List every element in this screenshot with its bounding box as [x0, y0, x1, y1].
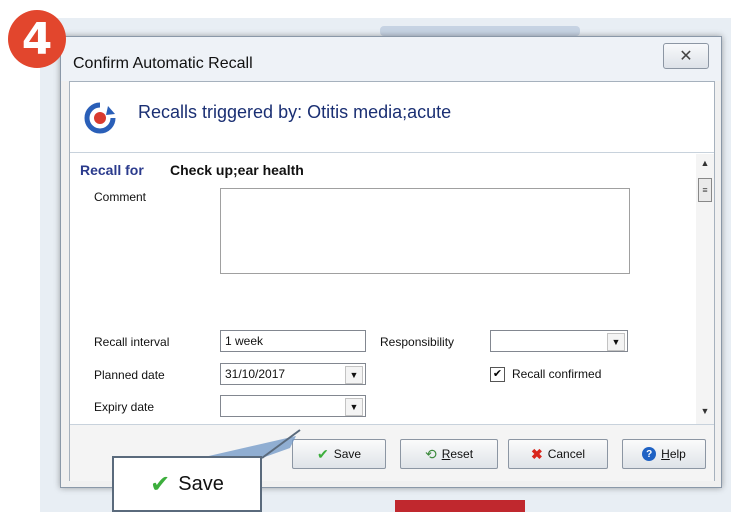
title-bar: Confirm Automatic Recall ✕ [61, 37, 721, 81]
planned-date-label: Planned date [94, 368, 165, 382]
planned-date-select[interactable]: 31/10/2017 ▼ [220, 363, 366, 385]
scroll-thumb[interactable]: ≡ [698, 178, 712, 202]
recall-confirmed-checkbox[interactable]: ✔ [490, 367, 505, 382]
vertical-scrollbar[interactable]: ▲ ≡ ▼ [696, 154, 714, 424]
step-badge: 4 [8, 10, 66, 68]
expiry-date-select[interactable]: ▼ [220, 395, 366, 417]
close-button[interactable]: ✕ [663, 43, 709, 69]
expiry-date-label: Expiry date [94, 400, 155, 414]
background-blur [380, 26, 580, 36]
comment-label: Comment [94, 190, 147, 204]
scroll-up-arrow-icon[interactable]: ▲ [696, 158, 714, 172]
chevron-down-icon[interactable]: ▼ [607, 333, 625, 351]
responsibility-label: Responsibility [380, 335, 455, 349]
help-button[interactable]: ? Help [622, 439, 706, 469]
chevron-down-icon[interactable]: ▼ [345, 398, 363, 416]
recall-interval-label: Recall interval [94, 335, 170, 349]
help-label: Help [661, 447, 686, 461]
recall-icon [84, 102, 116, 134]
save-button[interactable]: ✔ Save [292, 439, 386, 469]
recall-for-value: Check up;ear health [170, 162, 304, 178]
chevron-down-icon[interactable]: ▼ [345, 366, 363, 384]
header-title: Recalls triggered by: Otitis media;acute [138, 102, 452, 122]
responsibility-select[interactable]: ▼ [490, 330, 628, 352]
help-icon: ? [642, 447, 657, 461]
reset-icon: ⟲ [424, 445, 437, 462]
planned-date-value: 31/10/2017 [225, 367, 286, 381]
reset-button[interactable]: ⟲ Reset [400, 439, 498, 469]
zoomed-save-label: Save [178, 472, 224, 495]
recall-interval-input[interactable]: 1 week [220, 330, 366, 352]
confirm-recall-dialog: Confirm Automatic Recall ✕ Recalls trigg… [60, 36, 722, 488]
cancel-button[interactable]: ✖ Cancel [508, 439, 608, 469]
cancel-x-icon: ✖ [530, 445, 543, 462]
dialog-title: Confirm Automatic Recall [73, 55, 253, 72]
comment-textarea[interactable] [220, 188, 630, 274]
recall-confirmed-label: Recall confirmed [512, 367, 602, 381]
background-red-bar [395, 500, 525, 512]
cancel-label: Cancel [547, 447, 586, 461]
reset-label: Reset [441, 447, 474, 461]
zoomed-save-button: ✔ Save [112, 456, 262, 512]
dialog-content: Recalls triggered by: Otitis media;acute… [69, 81, 715, 481]
recall-header: Recalls triggered by: Otitis media;acute [70, 82, 714, 153]
checkmark-icon: ✔ [150, 470, 171, 498]
checkmark-icon: ✔ [316, 445, 329, 462]
recall-for-label: Recall for [80, 162, 144, 178]
save-label: Save [333, 447, 362, 461]
close-icon: ✕ [679, 48, 693, 65]
scroll-down-arrow-icon[interactable]: ▼ [696, 406, 714, 420]
